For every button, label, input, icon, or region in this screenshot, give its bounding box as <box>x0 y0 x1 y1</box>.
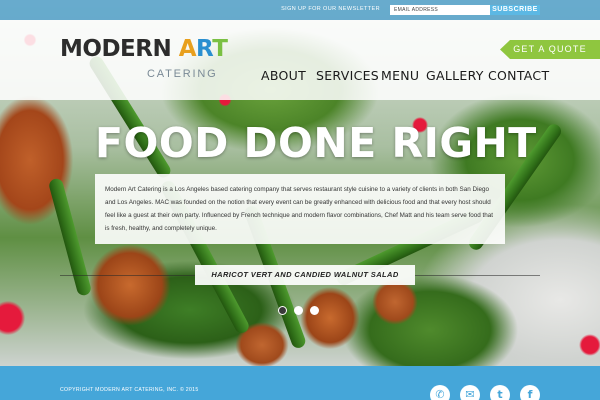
nav-menu[interactable]: MENU <box>381 68 419 83</box>
logo-art: ART <box>179 36 228 62</box>
logo-art-a: A <box>178 36 197 62</box>
subscribe-button[interactable]: SUBSCRIBE <box>490 5 540 15</box>
twitter-icon[interactable]: t <box>490 385 510 400</box>
slider-dot-3[interactable] <box>310 306 319 315</box>
logo-art-t: T <box>212 36 228 62</box>
caption-divider-right <box>415 275 540 276</box>
mail-icon[interactable]: ✉ <box>460 385 480 400</box>
nav-services[interactable]: SERVICES <box>316 68 379 83</box>
green-bean <box>47 177 93 297</box>
nav-contact[interactable]: CONTACT <box>488 68 549 83</box>
slider-dot-2[interactable] <box>294 306 303 315</box>
newsletter-label: SIGN UP FOR OUR NEWSLETTER <box>281 6 380 12</box>
site-header: MODERN ART CATERING GET A QUOTE ABOUT SE… <box>0 20 600 100</box>
copyright-text: COPYRIGHT MODERN ART CATERING, INC. © 20… <box>60 387 199 393</box>
hero-intro-box: Modern Art Catering is a Los Angeles bas… <box>95 174 505 244</box>
phone-icon[interactable]: ✆ <box>430 385 450 400</box>
facebook-icon[interactable]: f <box>520 385 540 400</box>
nav-about[interactable]: ABOUT <box>261 68 306 83</box>
get-a-quote-button[interactable]: GET A QUOTE <box>500 40 600 59</box>
logo-art-r: R <box>196 36 213 62</box>
hero-title: FOOD DONE RIGHT <box>95 119 537 167</box>
email-input[interactable] <box>390 5 490 15</box>
slider-dot-1[interactable] <box>278 306 287 315</box>
logo-wordmark: MODERN ART <box>60 36 228 62</box>
newsletter-bar: SIGN UP FOR OUR NEWSLETTER SUBSCRIBE <box>0 0 600 20</box>
slide-caption: HARICOT VERT AND CANDIED WALNUT SALAD <box>195 265 415 285</box>
site-footer: COPYRIGHT MODERN ART CATERING, INC. © 20… <box>0 366 600 400</box>
logo-modern: MODERN <box>60 36 179 62</box>
caption-divider-left <box>60 275 195 276</box>
hero-intro-text: Modern Art Catering is a Los Angeles bas… <box>105 186 494 232</box>
nav-gallery[interactable]: GALLERY <box>426 68 484 83</box>
main-nav: ABOUT SERVICES MENU GALLERY CONTACT <box>0 68 600 88</box>
